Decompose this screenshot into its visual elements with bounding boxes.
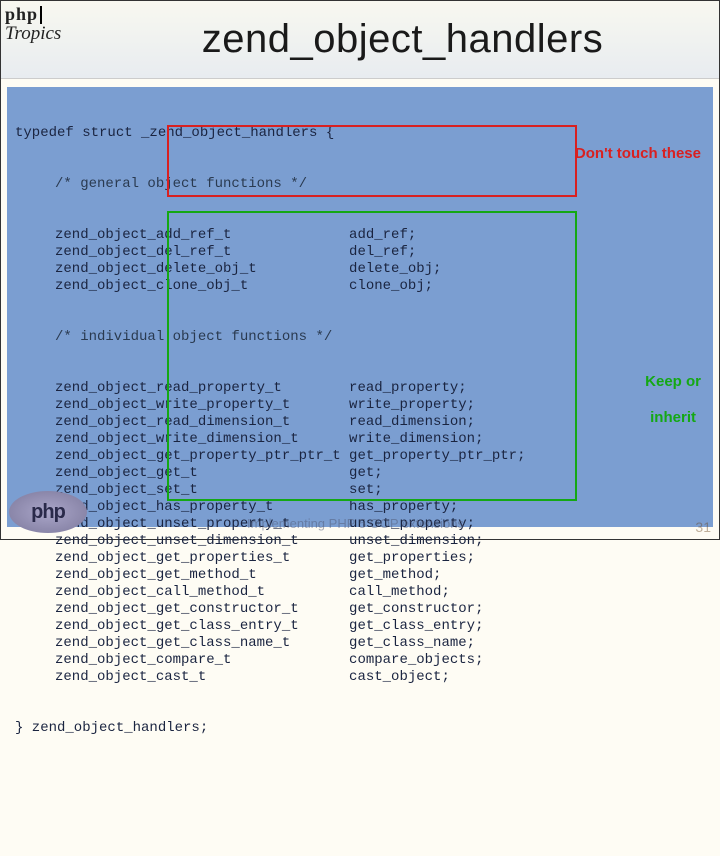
page-number: 31 xyxy=(695,519,711,535)
code-row: zend_object_get_class_name_t get_class_n… xyxy=(15,635,705,652)
dont-touch-label: Don't touch these xyxy=(575,145,701,162)
slide-header: php Tropics zend_object_handlers xyxy=(1,1,719,79)
code-row: zend_object_get_method_t get_method; xyxy=(15,567,705,584)
code-row: zend_object_compare_t compare_objects; xyxy=(15,652,705,669)
php-logo-icon: php xyxy=(9,491,87,533)
code-row: zend_object_call_method_t call_method; xyxy=(15,584,705,601)
php-logo-text: php xyxy=(31,501,65,524)
tropics-logo: php Tropics xyxy=(1,1,86,79)
code-row: zend_object_get_constructor_t get_constr… xyxy=(15,601,705,618)
keep-inherit-label: Keep or inherit xyxy=(628,355,701,445)
dont-touch-box xyxy=(167,125,577,197)
code-close: } zend_object_handlers; xyxy=(15,720,705,737)
logo-tropics-text: Tropics xyxy=(5,23,61,44)
slide-title: zend_object_handlers xyxy=(86,17,719,62)
code-row: zend_object_has_property_t has_property; xyxy=(15,499,705,516)
footer-watermark: Implementing PHP 5 OOP extensions xyxy=(247,515,464,532)
code-row: zend_object_unset_dimension_t unset_dime… xyxy=(15,533,705,550)
code-row: zend_object_get_class_entry_t get_class_… xyxy=(15,618,705,635)
code-row: zend_object_cast_t cast_object; xyxy=(15,669,705,686)
keep-inherit-box xyxy=(167,211,577,501)
keep-inherit-line1: Keep or xyxy=(645,373,701,390)
code-block: typedef struct _zend_object_handlers { /… xyxy=(7,87,713,527)
code-row: zend_object_get_properties_t get_propert… xyxy=(15,550,705,567)
logo-php-text: php xyxy=(5,4,38,24)
keep-inherit-line2: inherit xyxy=(650,409,696,426)
